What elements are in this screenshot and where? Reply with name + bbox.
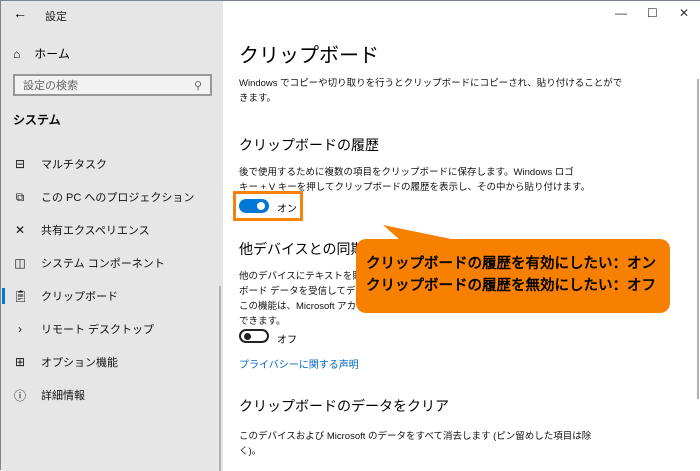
annotation-callout: クリップボードの履歴を有効にしたい：オン クリップボードの履歴を無効にしたい：オ… xyxy=(356,239,670,313)
callout-line-on: クリップボードの履歴を有効にしたい：オン xyxy=(366,256,656,272)
settings-window: ← 設定 ⌂ ホーム 設定の検索 ⚲ システム ⊟ マルチタスク ⧉ この PC へのプ… xyxy=(0,0,700,471)
callout-pointer xyxy=(383,225,461,241)
callout-line-off: クリップボードの履歴を無効にしたい：オフ xyxy=(366,278,656,294)
